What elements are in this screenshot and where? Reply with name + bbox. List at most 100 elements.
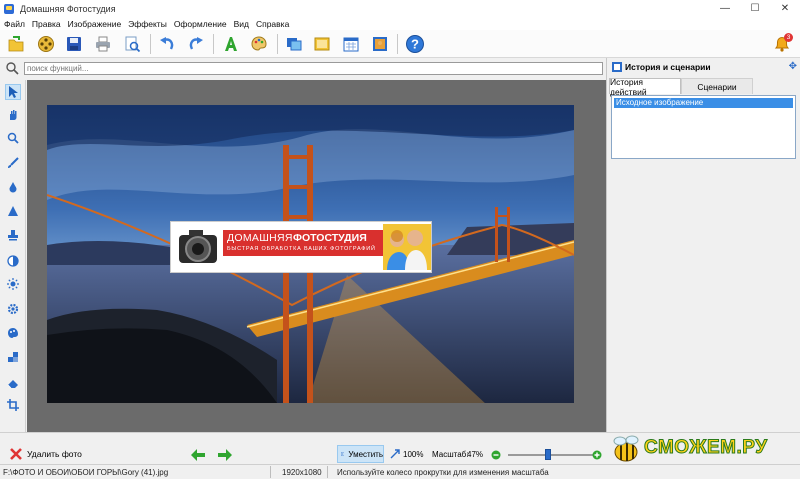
zoom-tool-icon[interactable]	[5, 130, 21, 146]
menu-edit[interactable]: Правка	[32, 19, 61, 29]
bottom-bar: Удалить фото Уместить 100% Масштаб: 47% …	[0, 432, 800, 464]
menu-image[interactable]: Изображение	[68, 19, 122, 29]
toolbar-separator	[397, 34, 398, 54]
menu-effects[interactable]: Эффекты	[128, 19, 167, 29]
pointer-tool-icon[interactable]	[5, 84, 21, 100]
banner-subtitle: БЫСТРАЯ ОБРАБОТКА ВАШИХ ФОТОГРАФИЙ	[227, 246, 376, 252]
watermark-logo: СМОЖЕМ.РУ	[608, 433, 798, 465]
brush-tool-icon[interactable]	[5, 155, 21, 171]
history-list[interactable]: Исходное изображение	[611, 95, 796, 159]
svg-text:?: ?	[411, 37, 419, 52]
calendar-icon[interactable]	[340, 33, 362, 55]
arrow-left-icon	[191, 449, 205, 461]
menu-design[interactable]: Оформление	[174, 19, 227, 29]
text-icon[interactable]	[220, 33, 242, 55]
toolbar-separator	[213, 34, 214, 54]
family-photo	[383, 224, 431, 270]
search-input[interactable]	[24, 62, 603, 75]
notifications-bell-icon[interactable]: 3	[771, 33, 793, 55]
function-search-row	[0, 58, 606, 78]
brightness-icon[interactable]	[5, 276, 21, 292]
status-file-path: F:\ФОТО И ОБОИ\ОБОИ ГОРЫ\Gory (41).jpg	[3, 468, 169, 477]
history-panel-header: История и сценарии ✥	[607, 58, 800, 76]
scale-value: 47%	[467, 450, 484, 459]
zoom-in-icon	[592, 450, 602, 460]
tab-history-label: История действий	[610, 76, 647, 97]
collage-icon[interactable]	[369, 33, 391, 55]
banner-title-light: ДОМАШНЯЯ	[227, 232, 293, 244]
delete-x-icon	[10, 448, 22, 460]
eraser-icon[interactable]	[5, 375, 21, 391]
hand-tool-icon[interactable]	[5, 107, 21, 123]
watermark-text: СМОЖЕМ.РУ	[644, 437, 768, 459]
previous-photo-button[interactable]	[191, 449, 205, 463]
search-icon	[5, 61, 19, 77]
notification-badge: 3	[784, 33, 793, 42]
tab-scenarios[interactable]: Сценарии	[681, 78, 753, 94]
zoom-out-button[interactable]	[491, 450, 501, 462]
toolbar-separator	[277, 34, 278, 54]
close-button[interactable]: ✕	[770, 0, 800, 17]
color-palette-icon[interactable]	[5, 325, 21, 341]
history-panel-icon	[612, 62, 622, 74]
palette-icon[interactable]	[248, 33, 270, 55]
film-reel-icon[interactable]	[35, 33, 57, 55]
maximize-button[interactable]: ☐	[740, 0, 770, 17]
history-item[interactable]: Исходное изображение	[614, 98, 793, 108]
contrast-icon[interactable]	[5, 253, 21, 269]
bee-mascot-icon	[613, 435, 639, 462]
photo-golden-gate-bridge: ДОМАШНЯЯ ФОТОСТУДИЯ БЫСТРАЯ ОБРАБОТКА ВА…	[47, 105, 574, 403]
status-separator	[327, 466, 328, 478]
fit-label: Уместить	[348, 449, 383, 459]
status-hint: Используйте колесо прокрутки для изменен…	[337, 468, 549, 477]
status-separator	[270, 466, 271, 478]
zoom-slider-thumb[interactable]	[545, 449, 551, 460]
delete-photo-button[interactable]: Удалить фото	[10, 448, 82, 460]
zoom-in-button[interactable]	[592, 450, 602, 462]
zoom-100-label: 100%	[403, 449, 424, 459]
clone-stamp-icon[interactable]	[5, 227, 21, 243]
delete-photo-label: Удалить фото	[27, 449, 82, 459]
open-file-icon[interactable]	[5, 33, 27, 55]
print-icon[interactable]	[92, 33, 114, 55]
undo-icon[interactable]	[156, 33, 178, 55]
postcard-icon[interactable]	[311, 33, 333, 55]
settings-gear-icon[interactable]	[5, 301, 21, 317]
layers-tool-icon[interactable]	[5, 349, 21, 365]
pin-icon[interactable]: ✥	[789, 61, 797, 72]
sharpen-tool-icon[interactable]	[5, 203, 21, 219]
minimize-button[interactable]: —	[710, 0, 740, 17]
menu-view[interactable]: Вид	[234, 19, 249, 29]
arrow-right-icon	[218, 449, 232, 461]
zoom-out-icon	[491, 450, 501, 460]
frames-icon[interactable]	[283, 33, 305, 55]
main-toolbar: ? 3	[0, 30, 800, 58]
fit-icon	[341, 452, 345, 456]
camera-icon	[175, 225, 221, 267]
history-panel: История и сценарии ✥ История действий Сц…	[606, 58, 800, 432]
redo-icon[interactable]	[185, 33, 207, 55]
actual-size-icon	[390, 449, 400, 459]
menu-file[interactable]: Файл	[4, 19, 25, 29]
save-icon[interactable]	[63, 33, 85, 55]
left-tool-panel	[0, 80, 26, 432]
app-icon	[4, 3, 14, 14]
tab-history[interactable]: История действий	[609, 76, 681, 97]
preview-icon[interactable]	[121, 33, 143, 55]
status-dimensions: 1920x1080	[282, 468, 322, 477]
image-canvas[interactable]: ДОМАШНЯЯ ФОТОСТУДИЯ БЫСТРАЯ ОБРАБОТКА ВА…	[27, 80, 606, 432]
scale-label: Масштаб:	[432, 450, 469, 459]
crop-icon[interactable]	[5, 397, 21, 413]
banner-title-bold: ФОТОСТУДИЯ	[293, 232, 367, 244]
menu-bar: Файл Правка Изображение Эффекты Оформлен…	[0, 17, 800, 30]
help-icon[interactable]: ?	[404, 33, 426, 55]
zoom-slider[interactable]	[508, 449, 593, 460]
zoom-100-button[interactable]: 100%	[390, 449, 423, 459]
history-panel-title: История и сценарии	[625, 62, 711, 72]
next-photo-button[interactable]	[218, 449, 232, 463]
menu-help[interactable]: Справка	[256, 19, 289, 29]
toolbar-separator	[150, 34, 151, 54]
banner-overlay: ДОМАШНЯЯ ФОТОСТУДИЯ БЫСТРАЯ ОБРАБОТКА ВА…	[170, 221, 432, 273]
fit-button[interactable]: Уместить	[337, 445, 384, 463]
drop-tool-icon[interactable]	[5, 179, 21, 195]
